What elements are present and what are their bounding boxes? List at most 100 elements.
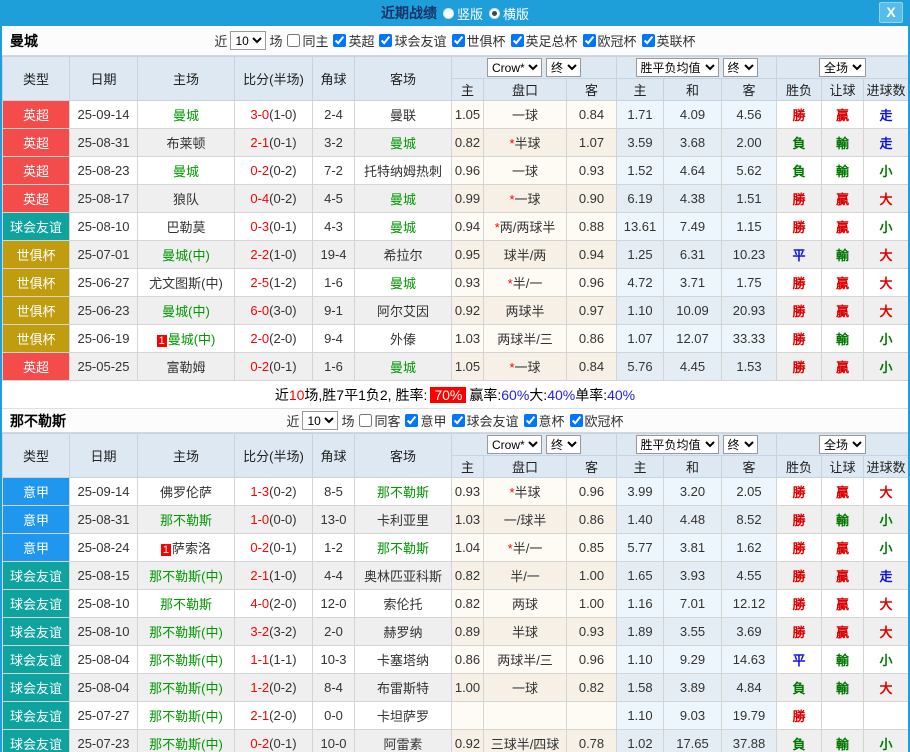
- odds-stage-select[interactable]: 终: [546, 58, 581, 77]
- avg-stage-select[interactable]: 终: [722, 58, 758, 77]
- summary-segment: 40%: [607, 386, 636, 403]
- same-venue-checkbox[interactable]: 同客: [354, 411, 400, 430]
- match-count-select[interactable]: 10: [302, 411, 339, 430]
- avg-draw-odds: 12.07: [663, 324, 722, 353]
- crown-away-odds: 0.88: [566, 212, 617, 241]
- league-checkbox-英联杯[interactable]: 英联杯: [637, 31, 696, 50]
- result-goals: 小: [863, 156, 908, 185]
- result-wdl: 勝: [776, 212, 823, 241]
- home-team-cell: 那不勒斯(中): [137, 561, 235, 590]
- match-date: 25-08-17: [69, 184, 138, 213]
- crown-home-odds: 1.05: [451, 100, 484, 129]
- avg-odds-select[interactable]: 胜平负均值: [635, 435, 719, 454]
- league-checkbox-意甲[interactable]: 意甲: [400, 411, 447, 430]
- match-row: 球会友谊 25-08-10 那不勒斯 4-0(2-0) 12-0 索伦托 0.82 两球 1.0…: [2, 589, 908, 618]
- league-checkbox-input[interactable]: [333, 34, 347, 47]
- league-checkbox-input[interactable]: [523, 414, 537, 427]
- close-icon[interactable]: X: [879, 2, 903, 23]
- away-team-cell: 曼城: [354, 128, 452, 157]
- league-checkbox-英足总杯[interactable]: 英足总杯: [506, 31, 578, 50]
- match-type-badge: 英超: [2, 352, 70, 381]
- match-row: 球会友谊 25-08-10 那不勒斯(中) 3-2(3-2) 2-0 赫罗纳 0.89 半球 0…: [2, 617, 908, 646]
- result-handicap: 贏: [821, 533, 865, 562]
- crown-home-odds: 1.05: [451, 352, 484, 381]
- away-team-cell: 曼城: [354, 268, 452, 297]
- avg-odds-select[interactable]: 胜平负均值: [635, 58, 719, 77]
- avg-draw-odds: 9.03: [663, 701, 722, 730]
- league-checkbox-input[interactable]: [405, 414, 419, 427]
- league-checkbox-input[interactable]: [582, 34, 596, 47]
- match-type-badge: 球会友谊: [2, 701, 70, 730]
- vertical-label: 竖版: [456, 6, 483, 22]
- scope-select[interactable]: 全场: [819, 58, 867, 77]
- league-checkbox-球会友谊[interactable]: 球会友谊: [447, 411, 519, 430]
- home-team-cell: 狼队: [137, 184, 235, 213]
- league-checkbox-球会友谊[interactable]: 球会友谊: [374, 31, 447, 50]
- away-team-cell: 托特纳姆热刺: [354, 156, 452, 185]
- league-checkbox-input[interactable]: [379, 34, 393, 47]
- same-venue-checkbox[interactable]: 同主: [282, 31, 328, 50]
- result-handicap: 贏: [821, 184, 865, 213]
- dialog-titlebar: 近期战绩 竖版 横版 X: [2, 0, 908, 26]
- match-date: 25-08-10: [69, 617, 138, 646]
- league-checkbox-英超[interactable]: 英超: [328, 31, 374, 50]
- league-checkbox-input[interactable]: [569, 414, 583, 427]
- avg-away-odds: 1.15: [720, 212, 778, 241]
- handicap-cell: 一球: [483, 156, 567, 185]
- avg-away-odds: 1.53: [720, 352, 778, 381]
- away-team-cell: 曼城: [354, 184, 452, 213]
- crown-away-odds: 0.85: [566, 533, 617, 562]
- same-venue-checkbox-input[interactable]: [287, 34, 301, 47]
- league-checkbox-input[interactable]: [451, 414, 465, 427]
- league-checkbox-意杯[interactable]: 意杯: [519, 411, 565, 430]
- col-type: 类型: [2, 433, 70, 478]
- avg-stage-select[interactable]: 终: [722, 435, 758, 454]
- avg-away-odds: 10.23: [720, 240, 778, 269]
- handicap-cell: 一球: [483, 100, 567, 129]
- league-checkbox-input[interactable]: [641, 34, 655, 47]
- score-cell: 0-2(0-1): [234, 729, 313, 752]
- score-cell: 0-4(0-2): [234, 184, 313, 213]
- away-team-cell: 赫罗纳: [354, 617, 452, 646]
- corner-cell: 4-5: [312, 184, 355, 213]
- crown-away-odds: 0.86: [566, 324, 617, 353]
- home-team-cell: 曼城: [137, 100, 235, 129]
- same-venue-checkbox-input[interactable]: [359, 414, 373, 427]
- crown-away-odds: 0.93: [566, 617, 617, 646]
- crown-away-odds: 1.00: [566, 589, 617, 618]
- avg-odds-group: 胜平负均值终: [615, 56, 778, 79]
- avg-home-odds: 6.19: [616, 184, 664, 213]
- crown-home-odds: 0.82: [451, 589, 484, 618]
- match-row: 世俱杯 25-06-27 尤文图斯(中) 2-5(1-2) 1-6 曼城 0.93 *半/一 0…: [2, 268, 908, 297]
- layout-option-horizontal[interactable]: 横版: [489, 4, 529, 23]
- filter-bar: 近 10 场 同主 英超 球会友谊 世俱杯 英足总杯 欧冠杯 英联杯: [214, 31, 696, 50]
- league-checkbox-欧冠杯[interactable]: 欧冠杯: [578, 31, 637, 50]
- avg-draw-odds: 4.45: [663, 352, 722, 381]
- result-goals: 小: [863, 352, 908, 381]
- col-goals: 进球数: [863, 455, 908, 478]
- avg-home-odds: 3.99: [616, 477, 664, 506]
- avg-away-odds: 8.52: [720, 505, 778, 534]
- match-row: 球会友谊 25-08-15 那不勒斯(中) 2-1(1-0) 4-4 奥林匹亚科斯 0.82…: [2, 561, 908, 590]
- match-count-select[interactable]: 10: [230, 31, 267, 50]
- odds-stage-select[interactable]: 终: [546, 435, 581, 454]
- corner-cell: 8-5: [312, 477, 355, 506]
- scope-select[interactable]: 全场: [819, 435, 867, 454]
- radio-vertical-icon[interactable]: [442, 7, 454, 19]
- layout-option-vertical[interactable]: 竖版: [442, 4, 483, 23]
- corner-cell: 19-4: [312, 240, 355, 269]
- bookmaker-select[interactable]: Crow*: [487, 58, 542, 77]
- score-cell: 1-1(1-1): [234, 645, 313, 674]
- bookmaker-select[interactable]: Crow*: [487, 435, 542, 454]
- col-crown-away: 客: [566, 455, 617, 478]
- avg-away-odds: 4.56: [720, 100, 778, 129]
- league-checkbox-input[interactable]: [451, 34, 465, 47]
- result-wdl: 勝: [776, 617, 823, 646]
- league-checkbox-input[interactable]: [510, 34, 524, 47]
- match-row: 英超 25-08-31 布莱顿 2-1(0-1) 3-2 曼城 0.82 *半球 1.07 3.5…: [2, 128, 908, 157]
- league-checkbox-欧冠杯[interactable]: 欧冠杯: [565, 411, 624, 430]
- corner-cell: 7-2: [312, 156, 355, 185]
- league-checkbox-世俱杯[interactable]: 世俱杯: [447, 31, 506, 50]
- radio-horizontal-icon[interactable]: [489, 7, 500, 19]
- match-date: 25-08-04: [69, 673, 138, 702]
